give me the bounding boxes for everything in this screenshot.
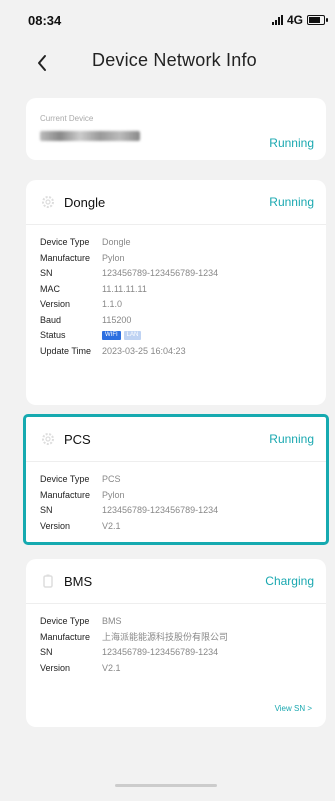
dongle-header: Dongle Running <box>26 180 326 225</box>
detail-row: Device Type PCS <box>40 472 312 488</box>
status-badges: WIFI LAN <box>102 328 144 344</box>
page-title: Device Network Info <box>92 50 257 70</box>
detail-row: Update Time 2023-03-25 16:04:23 <box>40 344 312 360</box>
dongle-details: Device Type Dongle Manufacture Pylon SN 123… <box>26 225 326 369</box>
bms-card[interactable]: BMS Charging Device Type BMS Manufacture 上… <box>26 559 326 727</box>
dongle-title: Dongle <box>64 194 106 210</box>
lan-badge: LAN <box>123 331 142 341</box>
bms-header: BMS Charging <box>26 559 326 604</box>
current-device-card: Current Device Running <box>26 98 326 160</box>
navigation-bar: Device Network Info <box>0 40 335 86</box>
detail-value: BMS <box>102 616 122 626</box>
detail-value: 123456789-123456789-1234 <box>102 647 219 657</box>
detail-row: SN 123456789-123456789-1234 <box>40 503 312 519</box>
detail-value: 上海派能能源科技股份有限公司 <box>102 631 229 642</box>
detail-key: Update Time <box>40 345 92 356</box>
detail-key: SN <box>40 647 53 657</box>
detail-row: SN 123456789-123456789-1234 <box>40 645 312 661</box>
detail-row: SN 123456789-123456789-1234 <box>40 266 312 282</box>
detail-row: Status WIFI LAN <box>40 328 312 344</box>
detail-row: Version V2.1 <box>40 519 312 535</box>
detail-row: Manufacture Pylon <box>40 251 312 267</box>
detail-key: Manufacture <box>40 631 91 642</box>
bms-status: Charging <box>265 574 314 588</box>
detail-row: Manufacture Pylon <box>40 488 312 504</box>
device-name-redacted <box>40 131 140 141</box>
detail-row: Version 1.1.0 <box>40 297 312 313</box>
detail-key: Version <box>40 520 71 531</box>
detail-key: Version <box>40 299 71 309</box>
detail-value: Pylon <box>102 252 125 263</box>
view-sn-link[interactable]: View SN > <box>275 704 312 713</box>
detail-row: Version V2.1 <box>40 661 312 677</box>
battery-device-icon <box>40 573 56 589</box>
current-device-label: Current Device <box>40 114 94 123</box>
detail-row: Device Type Dongle <box>40 235 312 251</box>
battery-icon <box>307 15 328 25</box>
detail-key: Device Type <box>40 474 90 484</box>
gear-icon <box>40 431 56 447</box>
bms-title: BMS <box>64 573 93 589</box>
detail-value: Pylon <box>102 489 125 500</box>
detail-row: Manufacture 上海派能能源科技股份有限公司 <box>40 630 312 646</box>
detail-value: 2023-03-25 16:04:23 <box>102 345 186 356</box>
pcs-details: Device Type PCS Manufacture Pylon SN 123456… <box>26 462 326 544</box>
pcs-header: PCS Running <box>26 417 326 462</box>
network-type: 4G <box>286 13 303 27</box>
current-device-status: Running <box>269 136 314 150</box>
signal-icon <box>271 15 283 25</box>
dongle-status: Running <box>269 195 314 209</box>
detail-key: Device Type <box>40 237 90 247</box>
detail-key: Device Type <box>40 616 90 626</box>
pcs-title: PCS <box>64 431 91 447</box>
detail-value: 115200 <box>102 314 132 325</box>
detail-value: 11.11.11.11 <box>102 283 147 294</box>
detail-key: MAC <box>40 283 60 294</box>
pcs-card[interactable]: PCS Running Device Type PCS Manufacture Py… <box>23 414 329 545</box>
detail-key: Status <box>40 330 66 340</box>
detail-value: 123456789-123456789-1234 <box>102 505 219 515</box>
chevron-left-icon <box>38 55 46 71</box>
detail-value: 123456789-123456789-1234 <box>102 268 219 278</box>
status-bar: 08:34 4G <box>0 0 335 40</box>
bms-details: Device Type BMS Manufacture 上海派能能源科技股份有限公司… <box>26 604 326 686</box>
detail-key: Baud <box>40 314 62 325</box>
dongle-card[interactable]: Dongle Running Device Type Dongle Manufac… <box>26 180 326 405</box>
gear-icon <box>40 194 56 210</box>
back-button[interactable] <box>22 40 62 86</box>
detail-key: SN <box>40 268 53 278</box>
detail-key: Manufacture <box>40 252 91 263</box>
detail-value: Dongle <box>102 237 131 247</box>
detail-value: 1.1.0 <box>102 299 123 309</box>
detail-row: Baud 115200 <box>40 313 312 329</box>
detail-key: SN <box>40 505 53 515</box>
detail-value: PCS <box>102 474 121 484</box>
detail-row: Device Type BMS <box>40 614 312 630</box>
detail-key: Version <box>40 662 71 673</box>
status-icons: 4G <box>271 13 328 27</box>
detail-row: MAC 11.11.11.11 <box>40 282 312 298</box>
wifi-badge: WIFI <box>102 331 121 341</box>
detail-key: Manufacture <box>40 489 91 500</box>
home-indicator[interactable] <box>115 784 217 787</box>
detail-value: V2.1 <box>102 662 121 673</box>
detail-value: V2.1 <box>102 520 121 531</box>
clock: 08:34 <box>28 12 62 28</box>
pcs-status: Running <box>269 432 314 446</box>
